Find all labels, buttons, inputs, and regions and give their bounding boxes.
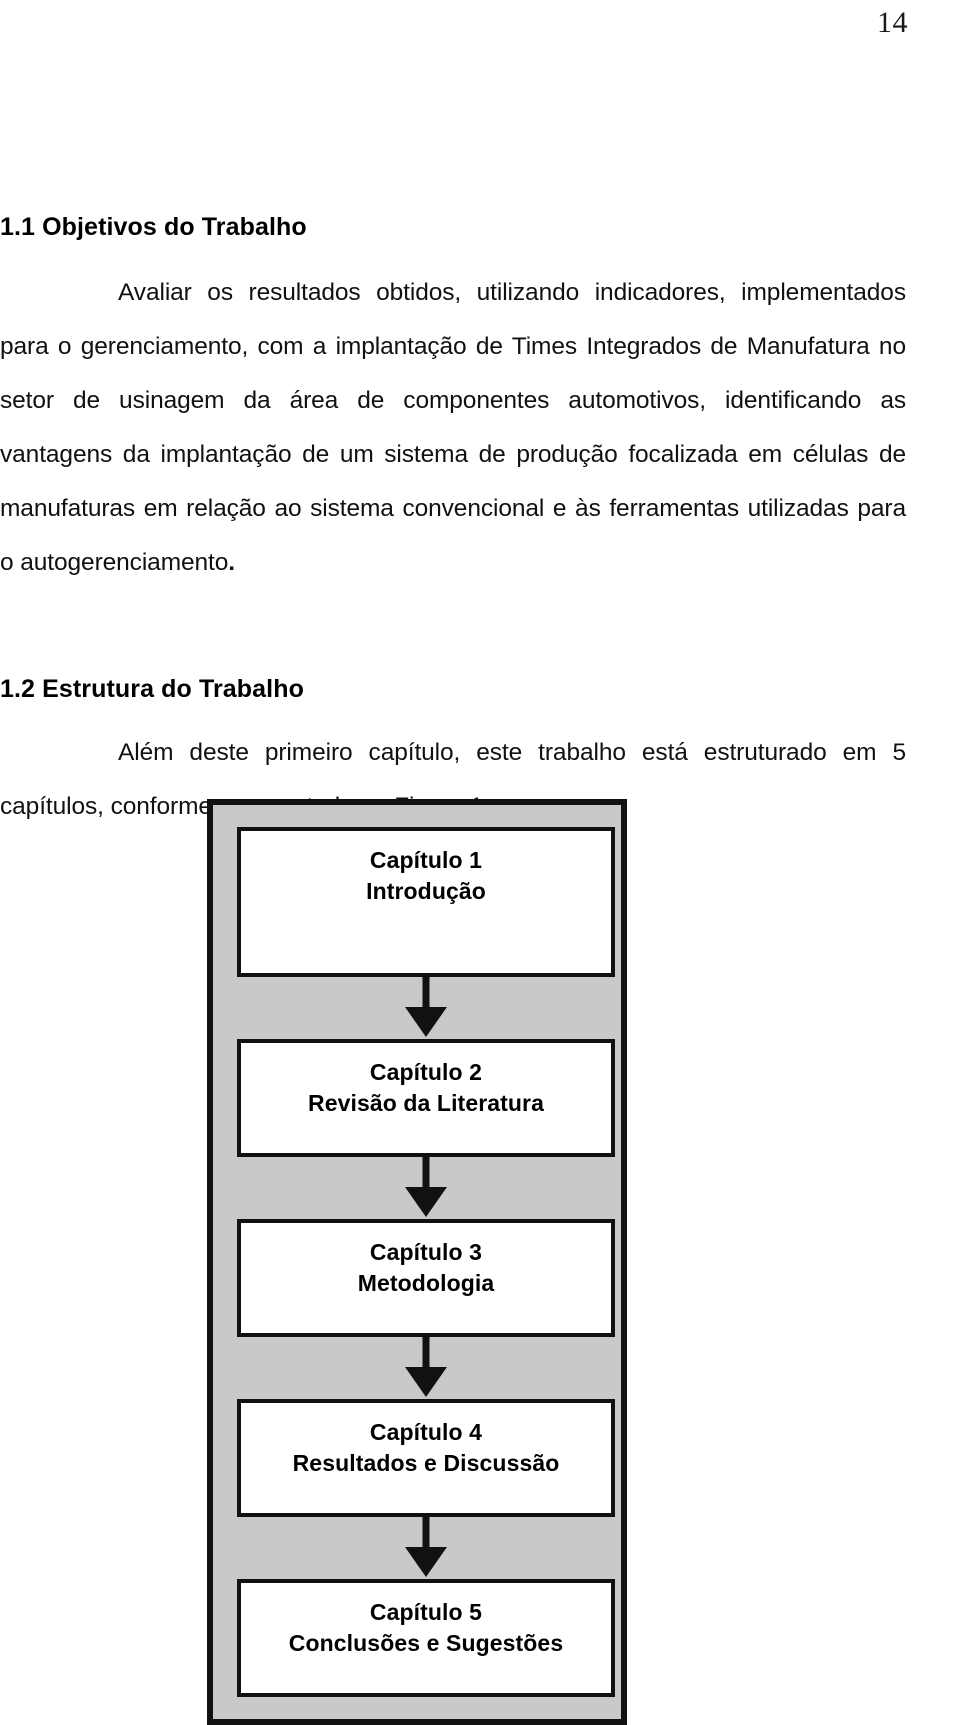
paragraph-objetivos-terminator: . [228,549,236,576]
flowchart-arrow-2-to-3 [237,1157,615,1219]
flowchart-box-1-subtitle: Introdução [366,878,486,904]
flowchart-box-1-title: Capítulo 1 [369,847,483,873]
flowchart-arrow-4-to-5 [237,1517,615,1579]
flowchart-arrow-3-to-4 [237,1337,615,1399]
arrow-stem [422,1337,430,1371]
arrow-down-icon [403,1337,449,1399]
page-number: 14 [877,6,908,39]
arrow-down-icon [403,1517,449,1579]
arrow-down-icon [403,1157,449,1219]
flowchart-box-4-title: Capítulo 4 [369,1419,483,1445]
flowchart-box-3-title: Capítulo 3 [369,1239,483,1265]
arrow-head [405,1547,447,1577]
document-page: 14 1.1 Objetivos do Trabalho Avaliar os … [0,0,960,1725]
arrow-head [405,1367,447,1397]
paragraph-objetivos-text: Avaliar os resultados obtidos, utilizand… [0,279,906,576]
flowchart-box-5-title: Capítulo 5 [369,1599,483,1625]
arrow-head [405,1007,447,1037]
flowchart-box-2-subtitle: Revisão da Literatura [307,1090,545,1116]
flowchart: Capítulo 1 Introdução Capítulo 2 Revisão… [213,827,621,1697]
arrow-stem [422,977,430,1011]
flowchart-box-2-title: Capítulo 2 [369,1059,483,1085]
arrow-head [405,1187,447,1217]
paragraph-objetivos: Avaliar os resultados obtidos, utilizand… [0,266,906,590]
arrow-stem [422,1157,430,1191]
flowchart-arrow-1-to-2 [237,977,615,1039]
flowchart-box-3-subtitle: Metodologia [357,1270,495,1296]
flowchart-box-4-subtitle: Resultados e Discussão [292,1450,560,1476]
section-heading-1-1: 1.1 Objetivos do Trabalho [0,213,307,241]
flowchart-box-capitulo-5: Capítulo 5 Conclusões e Sugestões [237,1579,615,1697]
flowchart-box-5-subtitle: Conclusões e Sugestões [288,1630,564,1656]
arrow-down-icon [403,977,449,1039]
figure-estrutura-trabalho: Capítulo 1 Introdução Capítulo 2 Revisão… [207,799,627,1725]
arrow-stem [422,1517,430,1551]
flowchart-box-capitulo-4: Capítulo 4 Resultados e Discussão [237,1399,615,1517]
flowchart-box-capitulo-1: Capítulo 1 Introdução [237,827,615,977]
section-heading-1-2: 1.2 Estrutura do Trabalho [0,675,304,703]
flowchart-box-capitulo-3: Capítulo 3 Metodologia [237,1219,615,1337]
flowchart-box-capitulo-2: Capítulo 2 Revisão da Literatura [237,1039,615,1157]
document-content: 1.1 Objetivos do Trabalho Avaliar os res… [0,212,906,834]
